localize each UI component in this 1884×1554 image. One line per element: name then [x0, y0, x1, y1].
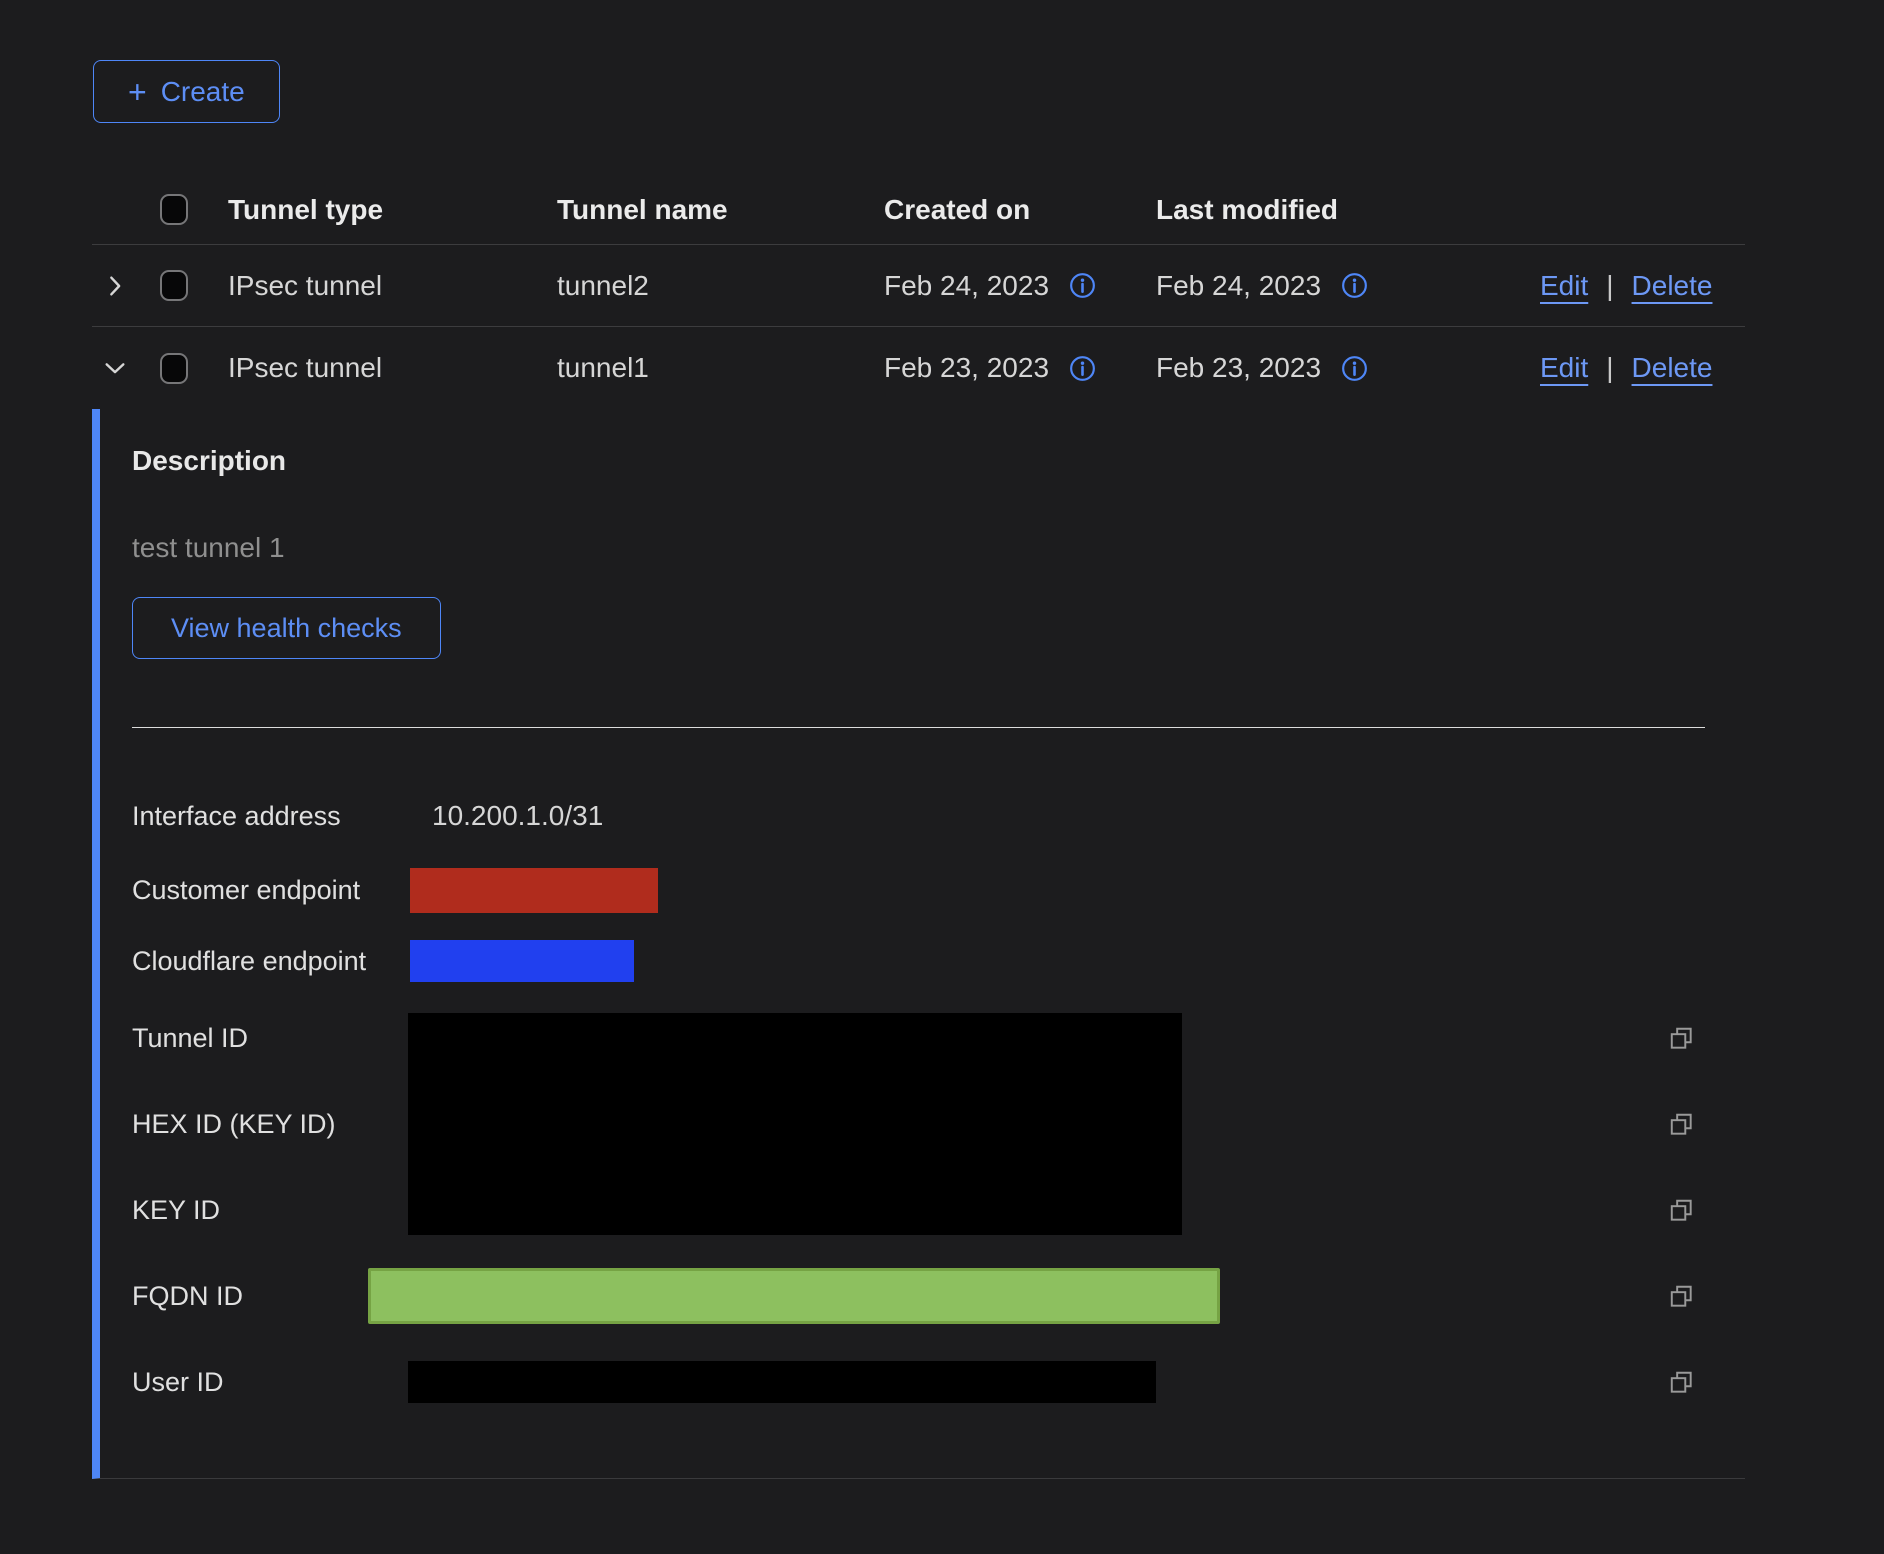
info-icon[interactable] [1069, 272, 1096, 299]
delete-link[interactable]: Delete [1632, 352, 1713, 384]
table-row: IPsec tunnel tunnel2 Feb 24, 2023 Feb 24… [92, 245, 1745, 327]
field-label: HEX ID (KEY ID) [132, 1109, 432, 1140]
created-on-date: Feb 23, 2023 [884, 352, 1049, 384]
detail-row-customer-endpoint: Customer endpoint [132, 853, 1745, 927]
table-header-row: Tunnel type Tunnel name Created on Last … [92, 175, 1745, 245]
tunnel-name-cell: tunnel1 [557, 352, 884, 384]
cloudflare-endpoint-redacted-value [410, 940, 634, 982]
row-checkbox[interactable] [160, 270, 188, 301]
checkbox-cell [160, 270, 228, 301]
actions-cell: Edit | Delete [1448, 270, 1745, 302]
detail-rows-ids-group: Tunnel ID HEX ID (KEY ID) KEY ID [132, 995, 1745, 1253]
field-label: User ID [132, 1367, 432, 1398]
created-on-cell: Feb 23, 2023 [884, 352, 1156, 384]
detail-row-fqdn-id: FQDN ID [132, 1253, 1745, 1339]
copy-icon[interactable] [1668, 1111, 1695, 1138]
ipsec-tunnels-page: + Create Tunnel type Tunnel name Created… [0, 0, 1884, 1479]
tunnels-table: Tunnel type Tunnel name Created on Last … [92, 175, 1745, 409]
chevron-down-icon[interactable] [102, 355, 128, 381]
field-label: Customer endpoint [132, 875, 432, 906]
chevron-right-icon[interactable] [102, 273, 128, 299]
expander-cell [92, 273, 160, 299]
copy-icon[interactable] [1668, 1283, 1695, 1310]
detail-row-interface-address: Interface address 10.200.1.0/31 [132, 779, 1745, 853]
last-modified-cell: Feb 23, 2023 [1156, 352, 1448, 384]
description-text: test tunnel 1 [132, 531, 1745, 565]
created-on-cell: Feb 24, 2023 [884, 270, 1156, 302]
column-header-created-on: Created on [884, 194, 1156, 226]
field-label: KEY ID [132, 1195, 432, 1226]
action-separator: | [1606, 270, 1613, 302]
created-on-date: Feb 24, 2023 [884, 270, 1049, 302]
column-header-last-modified: Last modified [1156, 194, 1448, 226]
field-label: Tunnel ID [132, 1023, 432, 1054]
detail-row-user-id: User ID [132, 1339, 1745, 1425]
table-row: IPsec tunnel tunnel1 Feb 23, 2023 Feb 23… [92, 327, 1745, 409]
description-heading: Description [132, 445, 1745, 477]
create-button[interactable]: + Create [93, 60, 280, 123]
fqdn-id-redacted-value [368, 1268, 1220, 1324]
tunnel-type-cell: IPsec tunnel [228, 270, 557, 302]
edit-link[interactable]: Edit [1540, 270, 1588, 302]
delete-link[interactable]: Delete [1632, 270, 1713, 302]
tunnel-details-list: Interface address 10.200.1.0/31 Customer… [132, 779, 1745, 1425]
checkbox-cell [160, 353, 228, 384]
panel-divider [132, 727, 1705, 728]
last-modified-cell: Feb 24, 2023 [1156, 270, 1448, 302]
action-separator: | [1606, 352, 1613, 384]
expander-cell [92, 355, 160, 381]
detail-row-cloudflare-endpoint: Cloudflare endpoint [132, 927, 1745, 995]
select-all-checkbox[interactable] [160, 194, 188, 225]
row-checkbox[interactable] [160, 353, 188, 384]
column-header-tunnel-name: Tunnel name [557, 194, 884, 226]
info-icon[interactable] [1341, 355, 1368, 382]
copy-icon[interactable] [1668, 1197, 1695, 1224]
user-id-redacted-value [408, 1361, 1156, 1403]
tunnel-detail-panel: Description test tunnel 1 View health ch… [92, 409, 1745, 1479]
info-icon[interactable] [1069, 355, 1096, 382]
copy-icon[interactable] [1668, 1025, 1695, 1052]
edit-link[interactable]: Edit [1540, 352, 1588, 384]
column-header-tunnel-type: Tunnel type [228, 194, 557, 226]
last-modified-date: Feb 23, 2023 [1156, 352, 1321, 384]
actions-cell: Edit | Delete [1448, 352, 1745, 384]
tunnel-type-cell: IPsec tunnel [228, 352, 557, 384]
ids-redacted-value [408, 1013, 1182, 1235]
interface-address-value: 10.200.1.0/31 [432, 800, 603, 832]
copy-icon[interactable] [1668, 1369, 1695, 1396]
field-label: Interface address [132, 801, 432, 832]
customer-endpoint-redacted-value [410, 868, 658, 913]
last-modified-date: Feb 24, 2023 [1156, 270, 1321, 302]
select-all-cell [160, 194, 228, 225]
info-icon[interactable] [1341, 272, 1368, 299]
tunnel-name-cell: tunnel2 [557, 270, 884, 302]
field-label: Cloudflare endpoint [132, 946, 432, 977]
plus-icon: + [128, 76, 147, 108]
create-button-label: Create [161, 76, 245, 108]
view-health-checks-button[interactable]: View health checks [132, 597, 441, 659]
